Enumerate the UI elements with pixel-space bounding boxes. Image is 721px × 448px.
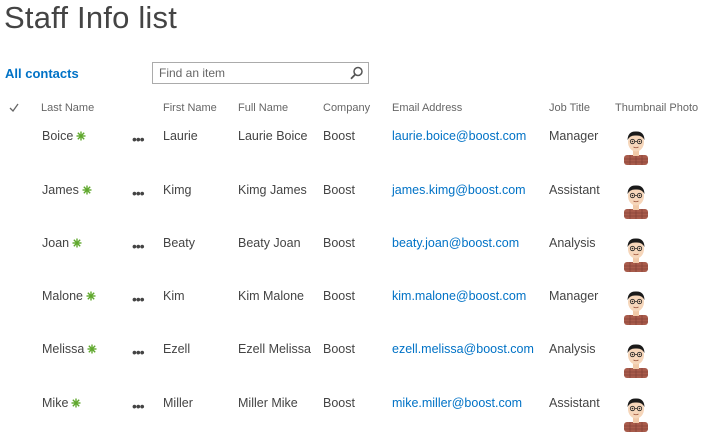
column-header-first-name[interactable]: First Name [163, 102, 217, 114]
person-thumbnail-icon[interactable] [620, 127, 652, 165]
company-cell: Boost [323, 342, 355, 356]
job-title-cell: Assistant [549, 396, 600, 410]
view-all-contacts-link[interactable]: All contacts [5, 66, 79, 81]
company-cell: Boost [323, 183, 355, 197]
full-name-cell: Miller Mike [238, 396, 298, 410]
first-name-cell: Miller [163, 396, 193, 410]
ellipsis-icon[interactable]: ••• [132, 239, 150, 254]
first-name-cell: Kim [163, 289, 185, 303]
company-cell: Boost [323, 289, 355, 303]
person-thumbnail-icon[interactable] [620, 394, 652, 432]
full-name-cell: Kimg James [238, 183, 307, 197]
new-item-icon [82, 185, 92, 195]
first-name-cell: Beaty [163, 236, 195, 250]
full-name-cell: Beaty Joan [238, 236, 301, 250]
last-name-cell[interactable]: Boice [42, 129, 86, 143]
email-link[interactable]: james.kimg@boost.com [392, 183, 526, 197]
job-title-cell: Analysis [549, 342, 596, 356]
email-link[interactable]: kim.malone@boost.com [392, 289, 526, 303]
search-box[interactable] [152, 62, 369, 84]
job-title-cell: Analysis [549, 236, 596, 250]
full-name-cell: Kim Malone [238, 289, 304, 303]
list-row-4[interactable]: Malone ••• Kim Kim Malone Boost kim.malo… [0, 288, 721, 341]
new-item-icon [72, 238, 82, 248]
email-link[interactable]: mike.miller@boost.com [392, 396, 522, 410]
person-thumbnail-icon[interactable] [620, 340, 652, 378]
last-name-cell[interactable]: Mike [42, 396, 81, 410]
person-thumbnail-icon[interactable] [620, 234, 652, 272]
ellipsis-icon[interactable]: ••• [132, 186, 150, 201]
new-item-icon [71, 398, 81, 408]
full-name-cell: Laurie Boice [238, 129, 308, 143]
last-name-cell[interactable]: James [42, 183, 92, 197]
column-header-full-name[interactable]: Full Name [238, 102, 288, 114]
ellipsis-icon[interactable]: ••• [132, 132, 150, 147]
column-header-company[interactable]: Company [323, 102, 370, 114]
first-name-cell: Kimg [163, 183, 192, 197]
last-name-text[interactable]: Mike [42, 396, 68, 410]
new-item-icon [87, 344, 97, 354]
list-header: Last Name First Name Full Name Company E… [0, 102, 721, 118]
column-header-job-title[interactable]: Job Title [549, 102, 590, 114]
ellipsis-icon[interactable]: ••• [132, 345, 150, 360]
ellipsis-icon[interactable]: ••• [132, 399, 150, 414]
new-item-icon [86, 291, 96, 301]
last-name-text[interactable]: James [42, 183, 79, 197]
company-cell: Boost [323, 236, 355, 250]
checkmark-icon[interactable] [9, 103, 19, 113]
list-row-6[interactable]: Mike ••• Miller Miller Mike Boost mike.m… [0, 395, 721, 448]
list-row-2[interactable]: James ••• Kimg Kimg James Boost james.ki… [0, 182, 721, 235]
page-title: Staff Info list [4, 0, 178, 35]
full-name-cell: Ezell Melissa [238, 342, 311, 356]
first-name-cell: Ezell [163, 342, 191, 356]
company-cell: Boost [323, 129, 355, 143]
company-cell: Boost [323, 396, 355, 410]
last-name-cell[interactable]: Melissa [42, 342, 97, 356]
job-title-cell: Assistant [549, 183, 600, 197]
column-header-email[interactable]: Email Address [392, 102, 462, 114]
first-name-cell: Laurie [163, 129, 198, 143]
person-thumbnail-icon[interactable] [620, 287, 652, 325]
job-title-cell: Manager [549, 129, 599, 143]
list-row-1[interactable]: Boice ••• Laurie Laurie Boice Boost laur… [0, 128, 721, 181]
column-header-thumbnail[interactable]: Thumbnail Photo [615, 102, 698, 114]
new-item-icon [76, 131, 86, 141]
ellipsis-icon[interactable]: ••• [132, 292, 150, 307]
person-thumbnail-icon[interactable] [620, 181, 652, 219]
last-name-text[interactable]: Malone [42, 289, 83, 303]
column-header-last-name[interactable]: Last Name [41, 102, 94, 114]
email-link[interactable]: beaty.joan@boost.com [392, 236, 519, 250]
last-name-text[interactable]: Joan [42, 236, 69, 250]
last-name-cell[interactable]: Joan [42, 236, 82, 250]
last-name-text[interactable]: Boice [42, 129, 73, 143]
list-row-5[interactable]: Melissa ••• Ezell Ezell Melissa Boost ez… [0, 341, 721, 394]
email-link[interactable]: ezell.melissa@boost.com [392, 342, 534, 356]
last-name-text[interactable]: Melissa [42, 342, 84, 356]
search-icon[interactable] [350, 66, 364, 80]
email-link[interactable]: laurie.boice@boost.com [392, 129, 526, 143]
list-row-3[interactable]: Joan ••• Beaty Beaty Joan Boost beaty.jo… [0, 235, 721, 288]
last-name-cell[interactable]: Malone [42, 289, 96, 303]
search-input[interactable] [153, 63, 349, 83]
job-title-cell: Manager [549, 289, 599, 303]
